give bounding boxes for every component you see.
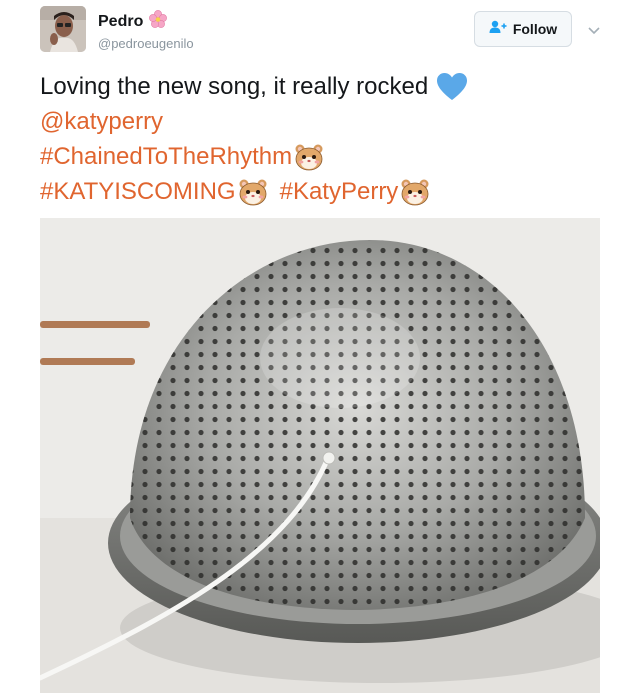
mention-line: @katyperry	[40, 104, 600, 139]
hamster-face-icon	[294, 142, 324, 172]
hashtag-line-2: #KATYISCOMING #KatyPerry	[40, 174, 600, 209]
add-user-icon	[489, 20, 507, 39]
user-info[interactable]: Pedro @pedroeugenilo	[98, 10, 194, 51]
display-name-row: Pedro	[98, 10, 194, 33]
tweet-photo[interactable]	[40, 218, 600, 693]
follow-button[interactable]: Follow	[474, 11, 572, 47]
tweet-text-line: Loving the new song, it really rocked	[40, 69, 600, 104]
chevron-down-icon[interactable]	[588, 22, 600, 35]
blue-heart-icon	[436, 72, 468, 102]
hamster-face-icon	[238, 177, 268, 207]
hashtag-link[interactable]: #KatyPerry	[280, 174, 399, 209]
hashtag-link[interactable]: #ChainedToTheRhythm	[40, 139, 292, 174]
hamster-face-icon	[400, 177, 430, 207]
tweet-text: Loving the new song, it really rocked @k…	[40, 69, 600, 209]
avatar[interactable]	[40, 6, 86, 52]
pink-flower-icon	[149, 10, 168, 33]
user-handle[interactable]: @pedroeugenilo	[98, 36, 194, 51]
display-name[interactable]: Pedro	[98, 13, 143, 31]
tweet-card: Pedro @pedroeugenilo Follow Loving the n…	[0, 0, 640, 693]
hashtag-link[interactable]: #KATYISCOMING	[40, 174, 236, 209]
follow-label: Follow	[512, 21, 558, 37]
mention-link[interactable]: @katyperry	[40, 104, 163, 139]
hashtag-line-1: #ChainedToTheRhythm	[40, 139, 600, 174]
tweet-message: Loving the new song, it really rocked	[40, 73, 429, 100]
